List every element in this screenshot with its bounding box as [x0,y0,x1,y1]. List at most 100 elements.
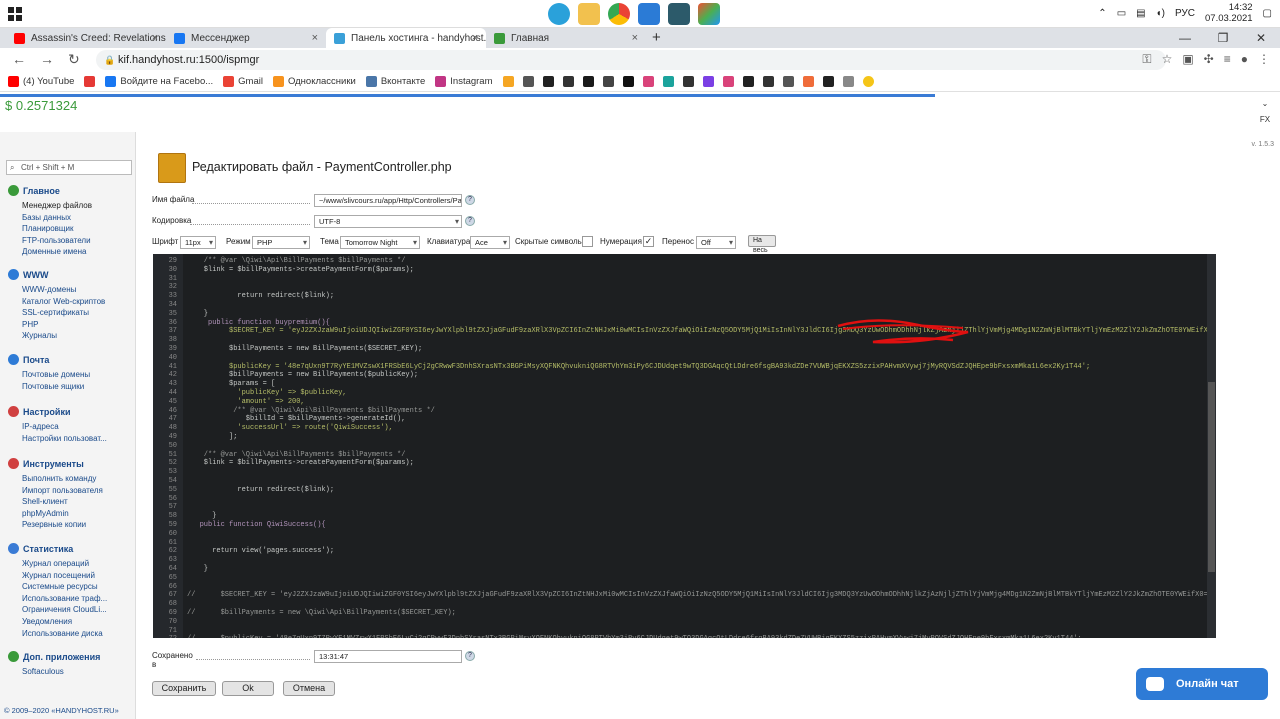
keyboard-select[interactable]: Ace [470,236,510,249]
bookmark-gmail[interactable]: Gmail [223,76,263,87]
bookmark-icon[interactable] [582,76,594,87]
sidebar-item[interactable]: Системные ресурсы [8,581,107,593]
bookmark-icon[interactable] [522,76,534,87]
bookmark-icon[interactable] [842,76,854,87]
sidebar-item[interactable]: PHP [8,319,105,331]
menu-search-input[interactable]: ⌕ Ctrl + Shift + M [6,160,132,175]
sidebar-group-header[interactable]: Настройки [8,406,107,417]
font-select[interactable]: 11px [180,236,216,249]
chevron-up-icon[interactable]: ⌃ [1098,8,1106,19]
sidebar-item[interactable]: FTP-пользователи [8,235,92,247]
bookmark-icon[interactable] [662,76,674,87]
sidebar-item[interactable]: Softaculous [8,666,100,678]
sidebar-group-header[interactable]: Главное [8,185,92,196]
puzzle-icon[interactable]: ✣ [1204,52,1214,67]
tab-youtube[interactable]: Assassin's Creed: Revelations - П× [6,28,166,48]
sidebar-item[interactable]: SSL-сертификаты [8,307,105,319]
sidebar-item[interactable]: IP-адреса [8,421,107,433]
save-button[interactable]: Сохранить [152,681,216,696]
sidebar-item[interactable]: WWW-домены [8,284,105,296]
sidebar-group-header[interactable]: Инструменты [8,458,103,469]
sidebar-item[interactable]: Каталог Web-скриптов [8,296,105,308]
code-editor[interactable]: 29 30 31 32 33 34 35 36 37 38 39 40 41 42 43 44 45 46 47 48… [153,254,1216,638]
encoding-select[interactable]: UTF-8 [314,215,462,228]
sidebar-item[interactable]: Базы данных [8,212,92,224]
bookmark-icon[interactable] [742,76,754,87]
sidebar-item[interactable]: Резервные копии [8,519,103,531]
numbering-checkbox[interactable]: ✓ [643,236,654,247]
extension-icon[interactable]: ▣ [1182,52,1193,67]
folder-icon[interactable] [578,3,600,25]
back-button[interactable]: ← [12,51,26,67]
bookmark-icon[interactable] [822,76,834,87]
bookmark-icon[interactable] [862,76,874,87]
wrap-select[interactable]: Off [696,236,736,249]
sidebar-item[interactable]: Shell-клиент [8,496,103,508]
mode-select[interactable]: PHP [252,236,310,249]
chrome-icon[interactable] [608,3,630,25]
online-chat-button[interactable]: Онлайн чат [1136,668,1268,700]
bookmark-icon[interactable] [762,76,774,87]
editor-scrollbar[interactable] [1207,254,1216,638]
sidebar-item[interactable]: Менеджер файлов [8,200,92,212]
sidebar-item[interactable]: Журналы [8,330,105,342]
filename-input[interactable]: ~/www/slivcours.ru/app/Http/Controllers/… [314,194,462,207]
sidebar-group-header[interactable]: Статистика [8,543,107,554]
bookmark-icon[interactable] [622,76,634,87]
bookmark-icon[interactable] [642,76,654,87]
bookmark-icon[interactable] [782,76,794,87]
windows-start-icon[interactable] [8,7,22,21]
hidden-chars-checkbox[interactable] [582,236,593,247]
bookmark-odnoklassniki[interactable]: Одноклассники [272,76,356,87]
sidebar-item[interactable]: Уведомления [8,616,107,628]
language-indicator[interactable]: РУС [1175,8,1195,19]
bookmark-instagram[interactable]: Instagram [435,76,493,87]
bookmark-vkontakte[interactable]: Вконтакте [365,76,425,87]
notifications-icon[interactable]: ▢ [1263,8,1272,19]
fx-button[interactable]: FX [1250,112,1280,128]
profile-icon[interactable]: ● [1241,52,1248,67]
bookmark-icon[interactable] [682,76,694,87]
volume-icon[interactable]: ◖) [1156,8,1165,19]
close-window-button[interactable]: ✕ [1242,28,1280,48]
tab-messenger[interactable]: Мессенджер × [166,28,326,48]
vscode-icon[interactable] [638,3,660,25]
sidebar-item[interactable]: Импорт пользователя [8,485,103,497]
queue-icon[interactable]: ≡ [1224,52,1231,67]
bookmark-icon[interactable] [722,76,734,87]
sidebar-item[interactable]: Журнал операций [8,558,107,570]
tab-main[interactable]: Главная × [486,28,646,48]
tab-hosting-panel[interactable]: Панель хостинга - handyhost.ru × [326,28,486,48]
theme-select[interactable]: Tomorrow Night [340,236,420,249]
bookmark-youtube[interactable]: (4) YouTube [8,76,74,87]
terminal-icon[interactable] [668,3,690,25]
sidebar-item[interactable]: Выполнить команду [8,473,103,485]
close-tab-icon[interactable]: × [632,32,638,44]
forward-button[interactable]: → [40,51,54,67]
sidebar-item[interactable]: Почтовые домены [8,369,90,381]
sidebar-item[interactable]: Журнал посещений [8,570,107,582]
help-icon[interactable]: ? [465,195,475,205]
help-icon[interactable]: ? [465,651,475,661]
sidebar-item[interactable]: Использование траф... [8,593,107,605]
scrollbar-thumb[interactable] [1208,382,1215,572]
help-icon[interactable]: ? [465,216,475,226]
minimize-button[interactable]: — [1166,28,1204,48]
bookmark-icon[interactable] [542,76,554,87]
bookmark-facebook[interactable]: Войдите на Facebo... [105,76,213,87]
close-tab-icon[interactable]: × [152,32,158,44]
reload-button[interactable]: ↻ [68,51,80,68]
cancel-button[interactable]: Отмена [283,681,335,696]
bookmark-icon[interactable] [562,76,574,87]
telegram-icon[interactable] [548,3,570,25]
menu-icon[interactable]: ⋮ [1258,52,1270,67]
star-icon[interactable]: ☆ [1162,52,1173,67]
sidebar-group-header[interactable]: Почта [8,354,90,365]
bookmark-icon[interactable] [702,76,714,87]
bookmark-tg[interactable] [84,76,96,87]
collapse-icon[interactable]: ⌄ [1250,96,1280,112]
url-input[interactable]: 🔒 kif.handyhost.ru:1500/ispmgr [96,50,1166,70]
sidebar-group-header[interactable]: Доп. приложения [8,651,100,662]
sidebar-item[interactable]: Ограничения CloudLi... [8,604,107,616]
clock[interactable]: 14:32 07.03.2021 [1205,2,1253,24]
